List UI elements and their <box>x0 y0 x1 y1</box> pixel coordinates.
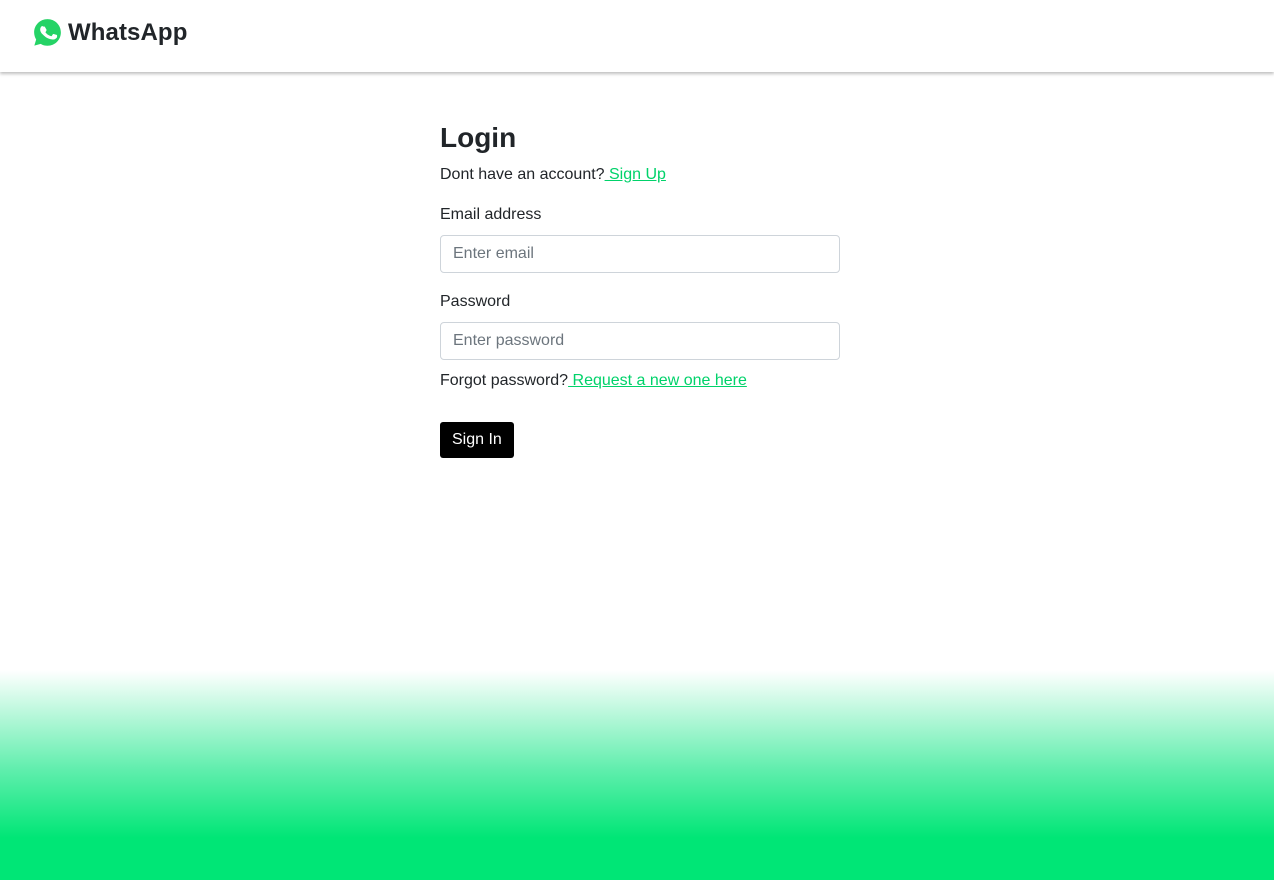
login-form: Login Dont have an account? Sign Up Emai… <box>440 120 840 458</box>
email-label: Email address <box>440 206 542 223</box>
signup-prompt-line: Dont have an account? Sign Up <box>440 164 840 186</box>
brand-home-link[interactable]: WhatsApp <box>32 17 187 48</box>
email-input[interactable] <box>440 235 840 273</box>
footer-gradient-band <box>0 670 1274 880</box>
forgot-password-text: Forgot password? <box>440 372 569 389</box>
password-label: Password <box>440 293 511 310</box>
whatsapp-logo-icon <box>34 19 61 46</box>
sign-up-link[interactable]: Sign Up <box>605 166 666 183</box>
page-title: Login <box>440 122 517 153</box>
top-navbar: WhatsApp <box>0 0 1274 72</box>
request-new-password-link[interactable]: Request a new one here <box>568 372 747 389</box>
sign-in-button[interactable]: Sign In <box>440 422 514 458</box>
signup-prompt-text: Dont have an account? <box>440 166 605 183</box>
password-input[interactable] <box>440 322 840 360</box>
forgot-password-line: Forgot password? Request a new one here <box>440 370 840 392</box>
brand-name: WhatsApp <box>68 18 188 46</box>
